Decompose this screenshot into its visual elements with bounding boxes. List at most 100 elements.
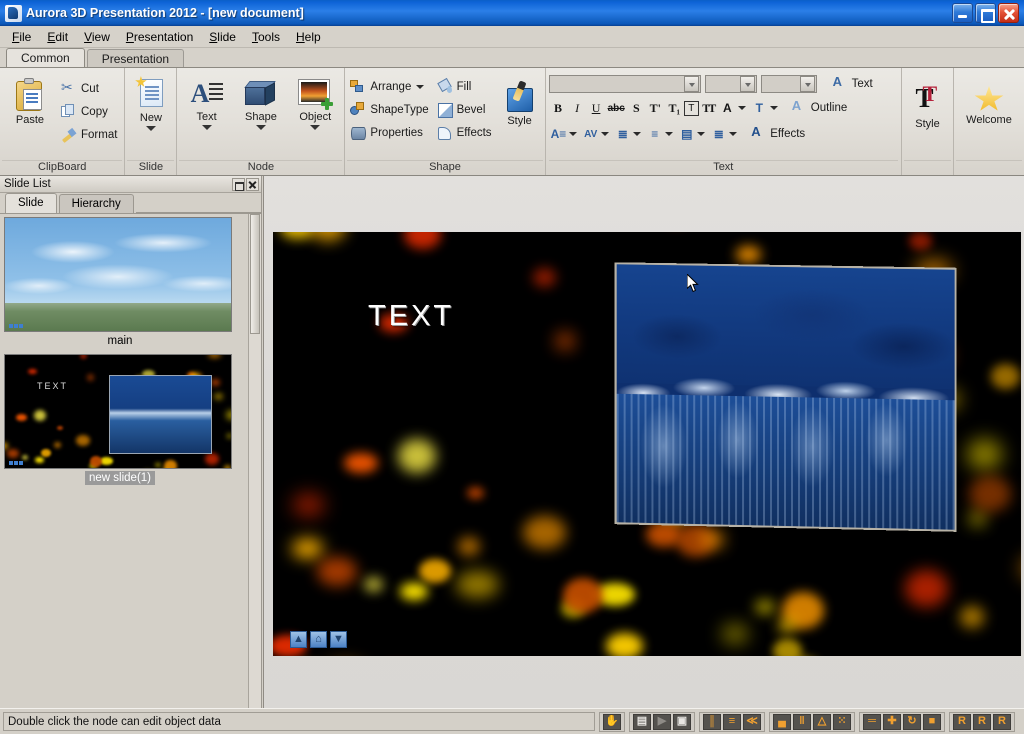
add-shape-button[interactable]: Shape <box>234 71 288 132</box>
chevron-down-icon[interactable] <box>697 132 706 136</box>
distribute-bottom-button[interactable]: ▄ <box>773 713 791 730</box>
menu-help[interactable]: Help <box>288 27 329 47</box>
scrollbar-thumb[interactable] <box>250 214 260 334</box>
slide-thumbnail-main[interactable] <box>4 217 232 332</box>
arch-text-button[interactable]: A <box>718 98 737 118</box>
font-extra-combo[interactable] <box>760 75 817 93</box>
shapetype-button[interactable]: ShapeType <box>347 98 433 121</box>
paste-button[interactable]: Paste <box>2 71 58 128</box>
nav-move-down-button[interactable]: ▼ <box>330 631 347 648</box>
align-converge-button[interactable]: ≪ <box>743 713 761 730</box>
chevron-down-icon[interactable] <box>255 125 266 130</box>
float-panel-button[interactable] <box>232 177 245 191</box>
paragraph-align-button[interactable]: ≡ <box>645 124 664 144</box>
arrange-button[interactable]: Arrange <box>347 75 433 98</box>
shadow-button[interactable]: S <box>627 98 646 118</box>
subscript-button[interactable]: T₁ <box>665 98 684 118</box>
shape-effects-button[interactable]: Effects <box>434 121 497 144</box>
chevron-down-icon[interactable] <box>799 76 815 92</box>
chevron-down-icon[interactable] <box>739 76 755 92</box>
preview-button[interactable]: ▣ <box>673 713 691 730</box>
slide-item-main[interactable]: main <box>0 214 261 351</box>
text-style-button[interactable]: TT Style <box>904 71 951 132</box>
text-fill-button[interactable]: Text <box>829 73 878 96</box>
tab-presentation[interactable]: Presentation <box>86 49 185 67</box>
slide-thumbnail-new-slide-1[interactable]: TEXT <box>4 354 232 469</box>
bevel-button[interactable]: Bevel <box>434 98 497 121</box>
render-edit-button[interactable]: R <box>973 713 991 730</box>
new-slide-button[interactable]: New <box>127 71 174 133</box>
scatter-button[interactable]: ⁙ <box>833 713 851 730</box>
properties-button[interactable]: Properties <box>347 121 433 144</box>
close-panel-button[interactable] <box>246 177 259 191</box>
chevron-down-icon[interactable] <box>569 132 578 136</box>
double-text-button[interactable]: TT <box>699 98 718 118</box>
cut-button[interactable]: Cut <box>58 77 122 100</box>
chevron-down-icon[interactable] <box>145 126 156 131</box>
tab-slide[interactable]: Slide <box>5 193 57 213</box>
font-size-combo[interactable] <box>704 75 757 93</box>
text-align-style-button[interactable]: A≡ <box>549 124 569 144</box>
tab-common[interactable]: Common <box>6 48 85 67</box>
text-node[interactable]: TEXT <box>368 300 454 333</box>
chevron-down-icon[interactable] <box>416 84 425 89</box>
slide-list-scrollbar[interactable] <box>248 214 261 708</box>
superscript-button[interactable]: T' <box>646 98 665 118</box>
chevron-down-icon[interactable] <box>769 106 778 110</box>
layer-add-button[interactable]: ✚ <box>883 713 901 730</box>
menu-file[interactable]: File <box>4 27 39 47</box>
layer-rotate-button[interactable]: ↻ <box>903 713 921 730</box>
line-spacing-button[interactable]: ≣ <box>613 124 632 144</box>
hand-tool-button[interactable]: ✋ <box>603 713 621 730</box>
close-button[interactable] <box>998 3 1019 23</box>
strikethrough-button[interactable]: abc <box>606 98 627 118</box>
slide-item-new-slide-1[interactable]: TEXT new slide(1) <box>0 351 261 488</box>
layer-flat-button[interactable]: ═ <box>863 713 881 730</box>
add-text-button[interactable]: A Text <box>179 71 233 132</box>
distribute-columns-button[interactable]: ‖ <box>793 713 811 730</box>
text-outline-button[interactable]: Outline <box>788 97 852 120</box>
chevron-down-icon[interactable] <box>729 132 738 136</box>
copy-button[interactable]: Copy <box>58 100 122 123</box>
font-family-combo[interactable] <box>548 75 701 93</box>
underline-button[interactable]: U <box>587 98 606 118</box>
render-add-button[interactable]: R <box>953 713 971 730</box>
workspace[interactable]: TEXT ▲ ⌂ ▼ <box>263 176 1024 708</box>
minimize-button[interactable] <box>952 3 973 23</box>
layer-fill-button[interactable]: ■ <box>923 713 941 730</box>
bold-button[interactable]: B <box>549 98 568 118</box>
letter-spacing-button[interactable]: AV <box>581 124 600 144</box>
fill-button[interactable]: Fill <box>434 75 497 98</box>
text-effects-button[interactable]: Effects <box>747 123 810 146</box>
boxed-text-button[interactable]: T <box>683 100 699 116</box>
nav-move-up-button[interactable]: ▲ <box>290 631 307 648</box>
chevron-down-icon[interactable] <box>665 132 674 136</box>
nav-home-button[interactable]: ⌂ <box>310 631 327 648</box>
add-object-button[interactable]: Object <box>288 71 342 132</box>
slide-canvas[interactable]: TEXT ▲ ⌂ ▼ <box>273 232 1021 656</box>
columns-button[interactable]: ▤ <box>677 124 696 144</box>
shape-style-button[interactable]: Style <box>497 75 543 129</box>
menu-tools[interactable]: Tools <box>244 27 288 47</box>
align-vertical-button[interactable]: ║ <box>703 713 721 730</box>
chevron-down-icon[interactable] <box>310 125 321 130</box>
italic-button[interactable]: I <box>568 98 587 118</box>
text-transform-button[interactable]: T <box>750 98 769 118</box>
image-node[interactable] <box>614 262 957 532</box>
chevron-down-icon[interactable] <box>633 132 642 136</box>
chevron-down-icon[interactable] <box>737 106 746 110</box>
chevron-down-icon[interactable] <box>201 125 212 130</box>
align-left-button[interactable]: ≡ <box>723 713 741 730</box>
menu-presentation[interactable]: Presentation <box>118 27 201 47</box>
menu-edit[interactable]: Edit <box>39 27 76 47</box>
chevron-down-icon[interactable] <box>601 132 610 136</box>
welcome-button[interactable]: Welcome <box>956 71 1022 128</box>
export-button[interactable]: ▤ <box>633 713 651 730</box>
menu-slide[interactable]: Slide <box>201 27 244 47</box>
bullets-button[interactable]: ≣ <box>709 124 728 144</box>
chevron-down-icon[interactable] <box>683 76 699 92</box>
tab-hierarchy[interactable]: Hierarchy <box>58 194 134 213</box>
menu-view[interactable]: View <box>76 27 118 47</box>
distribute-cone-button[interactable]: △ <box>813 713 831 730</box>
render-apply-button[interactable]: R <box>993 713 1011 730</box>
